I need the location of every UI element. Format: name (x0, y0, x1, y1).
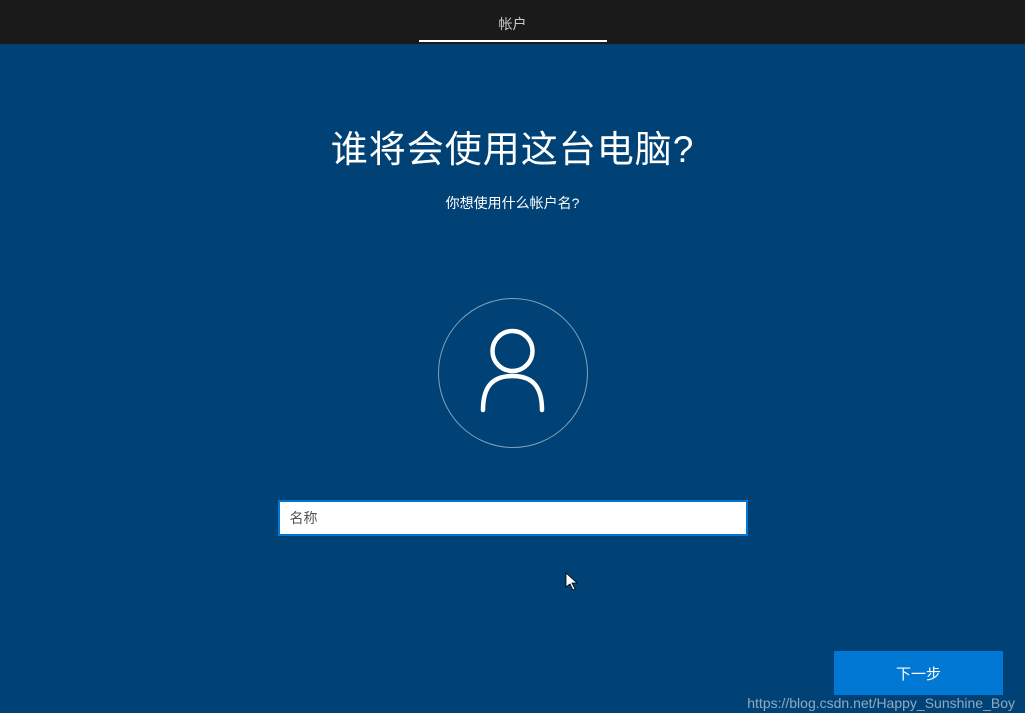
watermark-text: https://blog.csdn.net/Happy_Sunshine_Boy (747, 695, 1015, 711)
name-input[interactable] (278, 500, 748, 536)
tab-account[interactable]: 帐户 (419, 14, 607, 42)
user-icon (475, 328, 550, 418)
next-button[interactable]: 下一步 (834, 651, 1003, 695)
page-title: 谁将会使用这台电脑? (331, 119, 695, 173)
main-content: 谁将会使用这台电脑? 你想使用什么帐户名? (0, 44, 1025, 536)
user-avatar-placeholder (438, 298, 588, 448)
header-bar: 帐户 (0, 0, 1025, 44)
cursor-icon (565, 572, 581, 592)
page-subtitle: 你想使用什么帐户名? (446, 193, 580, 213)
